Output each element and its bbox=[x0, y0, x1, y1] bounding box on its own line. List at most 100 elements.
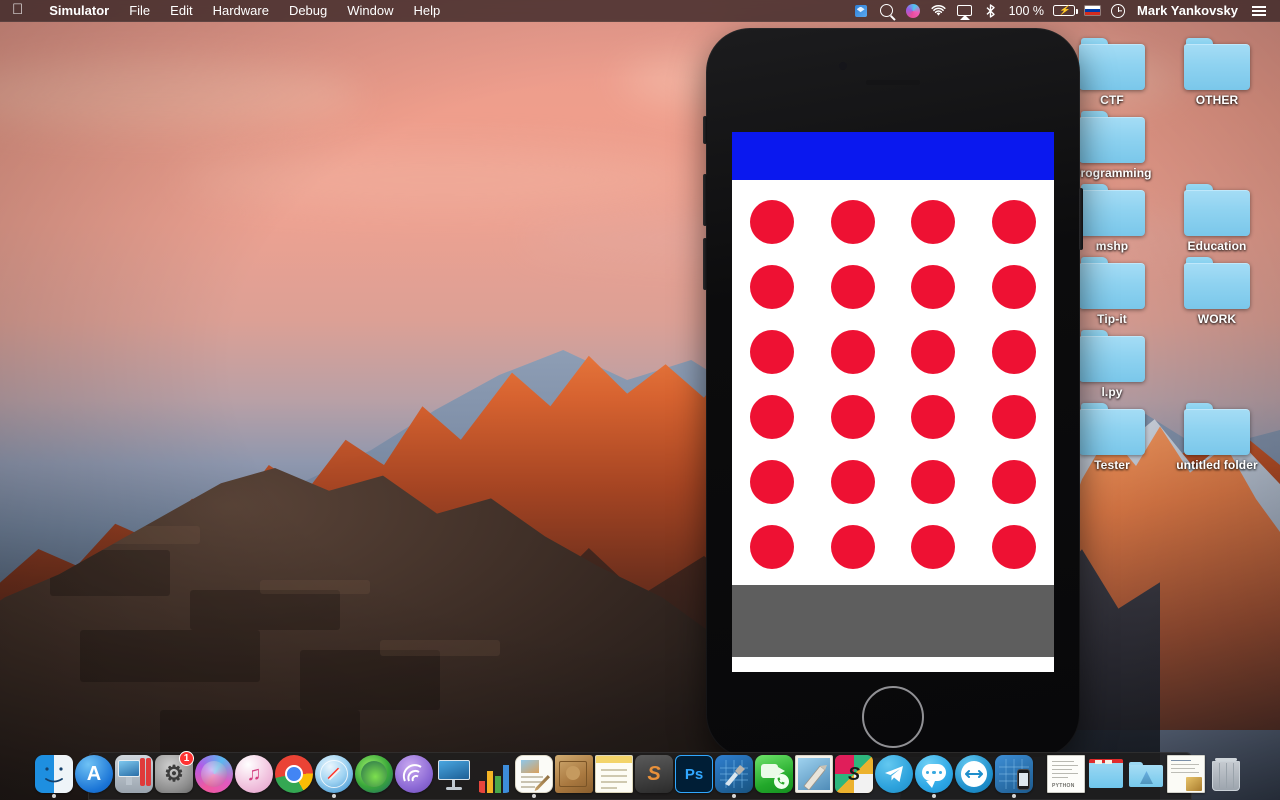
simulator-screen[interactable] bbox=[732, 132, 1054, 672]
red-dot[interactable] bbox=[750, 525, 794, 569]
dock-item-photoshop[interactable]: Ps bbox=[675, 752, 713, 798]
dock-item-finder[interactable] bbox=[35, 752, 73, 798]
cloud-2 bbox=[180, 150, 700, 210]
menu-hardware[interactable]: Hardware bbox=[203, 0, 279, 22]
red-dot[interactable] bbox=[830, 525, 875, 569]
dock-item-bittorrent[interactable] bbox=[395, 752, 433, 798]
dock-item-google-chrome[interactable] bbox=[275, 752, 313, 798]
red-dot[interactable] bbox=[750, 330, 794, 374]
dock-item-teamviewer[interactable] bbox=[955, 752, 993, 798]
iphone-simulator-window[interactable] bbox=[703, 28, 1083, 758]
silent-switch[interactable] bbox=[703, 116, 707, 144]
dock-item-safari[interactable] bbox=[315, 752, 353, 798]
downloads-stack-icon bbox=[1087, 755, 1125, 793]
red-dot[interactable] bbox=[911, 330, 956, 374]
menu-window[interactable]: Window bbox=[337, 0, 403, 22]
red-dot[interactable] bbox=[830, 330, 875, 374]
airplay-icon[interactable] bbox=[952, 0, 978, 22]
desktop-icon-work[interactable]: WORK bbox=[1167, 253, 1267, 326]
chrome-icon bbox=[275, 755, 313, 793]
dock-item-slack[interactable]: S bbox=[835, 752, 873, 798]
volume-down-button[interactable] bbox=[703, 238, 707, 290]
folder-icon bbox=[1184, 184, 1250, 236]
dock-item-pages[interactable] bbox=[515, 752, 553, 798]
dock-item-sublime-text[interactable]: S bbox=[635, 752, 673, 798]
battery-charging-icon[interactable]: ⚡ bbox=[1049, 0, 1079, 22]
dock-item-facetime[interactable] bbox=[755, 752, 793, 798]
red-dot[interactable] bbox=[830, 265, 875, 309]
dock-item-numbers[interactable] bbox=[475, 752, 513, 798]
folder-icon bbox=[1184, 38, 1250, 90]
bittorrent-icon bbox=[395, 755, 433, 793]
dock-item-xcode[interactable] bbox=[715, 752, 753, 798]
wifi-icon[interactable] bbox=[926, 0, 952, 22]
dot-row bbox=[750, 330, 1036, 374]
desktop-icon-other[interactable]: OTHER bbox=[1167, 34, 1267, 107]
dock-item-remote-desktop[interactable] bbox=[115, 752, 153, 798]
dropbox-icon[interactable] bbox=[848, 0, 874, 22]
dock-item-contacts[interactable] bbox=[555, 752, 593, 798]
red-dot[interactable] bbox=[911, 525, 956, 569]
red-dot[interactable] bbox=[830, 200, 875, 244]
russian-flag-icon[interactable] bbox=[1079, 0, 1105, 22]
dock-item-telegram[interactable] bbox=[875, 752, 913, 798]
folder-icon bbox=[1079, 257, 1145, 309]
menu-help[interactable]: Help bbox=[404, 0, 451, 22]
dock-item-keynote[interactable] bbox=[435, 752, 473, 798]
dock-item-itunes[interactable]: ♫ bbox=[235, 752, 273, 798]
dock-item-trash[interactable] bbox=[1207, 752, 1245, 798]
spotlight-search-icon[interactable] bbox=[874, 0, 900, 22]
sublime-text-icon: S bbox=[635, 755, 673, 793]
dock-item-simulator[interactable] bbox=[995, 752, 1033, 798]
user-name-label[interactable]: Mark Yankovsky bbox=[1131, 3, 1246, 18]
red-dot[interactable] bbox=[991, 525, 1036, 569]
bluetooth-icon[interactable] bbox=[978, 0, 1004, 22]
red-dot[interactable] bbox=[991, 460, 1036, 504]
red-dot[interactable] bbox=[991, 395, 1036, 439]
dock-item-messages[interactable] bbox=[915, 752, 953, 798]
menu-edit[interactable]: Edit bbox=[160, 0, 202, 22]
dock-item-siri[interactable] bbox=[195, 752, 233, 798]
notification-center-icon[interactable] bbox=[1246, 0, 1272, 22]
time-machine-icon[interactable] bbox=[1105, 0, 1131, 22]
menu-simulator[interactable]: Simulator bbox=[39, 0, 119, 22]
red-dot[interactable] bbox=[991, 330, 1036, 374]
battery-percent-label: 100 % bbox=[1008, 3, 1045, 18]
volume-up-button[interactable] bbox=[703, 174, 707, 226]
folder-icon bbox=[1184, 403, 1250, 455]
dot-grid[interactable] bbox=[732, 180, 1054, 585]
dock-item-recent-stack[interactable] bbox=[1167, 752, 1205, 798]
red-dot[interactable] bbox=[991, 200, 1036, 244]
music-note-glyph: ♫ bbox=[246, 762, 262, 785]
red-dot[interactable] bbox=[750, 265, 794, 309]
red-dot[interactable] bbox=[911, 200, 956, 244]
app-store-glyph: A bbox=[86, 762, 102, 785]
dock-item-python-doc[interactable]: PYTHON bbox=[1047, 752, 1085, 798]
red-dot[interactable] bbox=[750, 460, 794, 504]
red-dot[interactable] bbox=[750, 200, 794, 244]
red-dot[interactable] bbox=[830, 395, 875, 439]
desktop-icon-education[interactable]: Education bbox=[1167, 180, 1267, 253]
dock-item-mail[interactable] bbox=[795, 752, 833, 798]
red-dot[interactable] bbox=[911, 265, 956, 309]
siri-icon[interactable] bbox=[900, 0, 926, 22]
dock-item-app-store[interactable]: A bbox=[75, 752, 113, 798]
dock-item-notes[interactable] bbox=[595, 752, 633, 798]
desktop-icon-grid: CTF OTHER Programming mshp Education Tip… bbox=[1062, 34, 1272, 472]
dock-item-downloads-stack[interactable] bbox=[1087, 752, 1125, 798]
menu-file[interactable]: File bbox=[119, 0, 160, 22]
red-dot[interactable] bbox=[991, 265, 1036, 309]
red-dot[interactable] bbox=[911, 460, 956, 504]
dock-item-documents-folder[interactable] bbox=[1127, 752, 1165, 798]
messages-icon bbox=[915, 755, 953, 793]
dock-item-system-preferences[interactable]: ⚙ 1 bbox=[155, 751, 194, 798]
menu-debug[interactable]: Debug bbox=[279, 0, 337, 22]
red-dot[interactable] bbox=[830, 460, 875, 504]
apple-menu-icon[interactable]:  bbox=[12, 2, 23, 17]
power-button[interactable] bbox=[1079, 188, 1083, 250]
red-dot[interactable] bbox=[911, 395, 956, 439]
red-dot[interactable] bbox=[750, 395, 794, 439]
desktop-icon-untitled-folder[interactable]: untitled folder bbox=[1167, 399, 1267, 472]
home-button[interactable] bbox=[862, 686, 924, 748]
dock-item-tor-browser[interactable] bbox=[355, 752, 393, 798]
